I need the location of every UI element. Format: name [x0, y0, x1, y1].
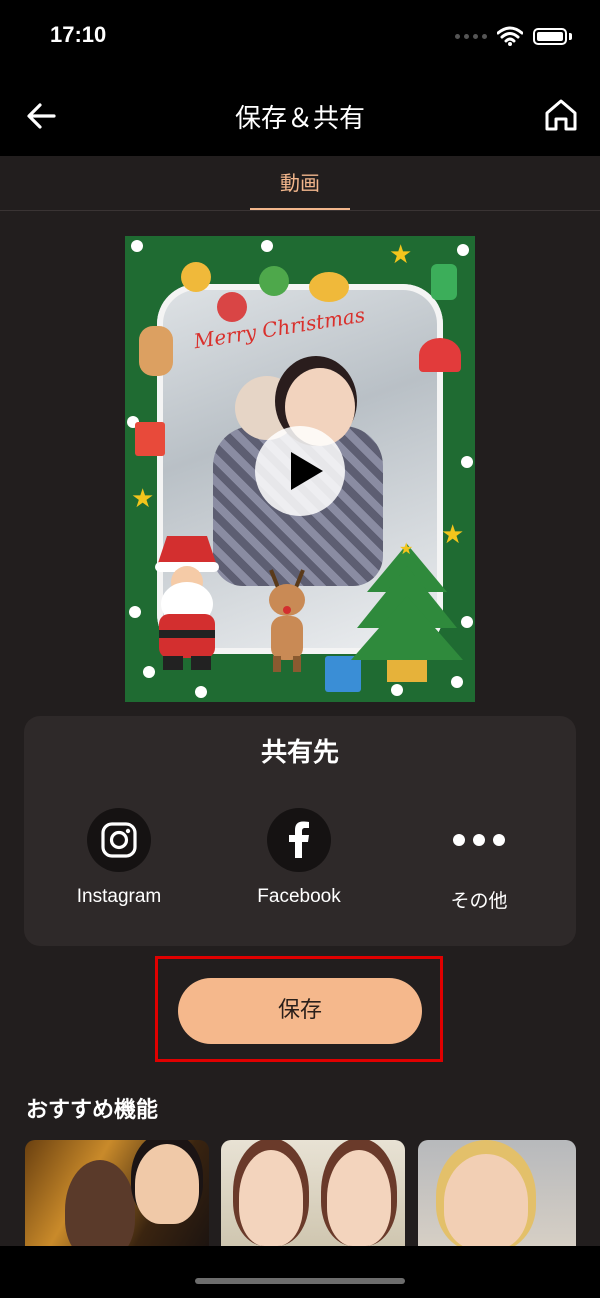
home-indicator[interactable] — [195, 1278, 405, 1284]
share-more-label: その他 — [450, 891, 508, 912]
battery-tip — [569, 32, 572, 40]
person-image — [65, 1160, 135, 1246]
santa-icon — [155, 536, 219, 670]
bottom-bar — [0, 1246, 600, 1298]
ornament-icon — [259, 266, 289, 296]
reindeer-icon — [269, 569, 305, 672]
nav-bar: 保存＆共有 — [0, 80, 600, 156]
ornament-icon — [181, 262, 211, 292]
santa-hat-icon — [419, 338, 461, 372]
share-facebook-button[interactable]: Facebook — [224, 808, 374, 908]
wifi-icon — [497, 26, 523, 46]
main-content: 動画 Merry Christmas ★ ★ ★ ★ 共有先 Instagram… — [0, 156, 600, 1246]
facebook-icon — [267, 808, 331, 872]
save-button[interactable]: 保存 — [178, 978, 422, 1044]
bells-icon — [309, 272, 349, 302]
star-icon: ★ — [131, 484, 155, 514]
share-more-button[interactable]: その他 — [404, 808, 554, 913]
tab-video[interactable]: 動画 — [250, 156, 350, 210]
person-image — [327, 1150, 391, 1246]
ornament-icon — [217, 292, 247, 322]
share-facebook-label: Facebook — [257, 886, 341, 907]
signal-icon — [455, 33, 487, 39]
share-title: 共有先 — [260, 738, 339, 768]
gift-icon — [135, 422, 165, 456]
instagram-icon — [87, 808, 151, 872]
share-card: 共有先 Instagram Facebook その他 — [24, 716, 576, 946]
stocking-icon — [431, 264, 457, 300]
recommended-card[interactable] — [418, 1140, 576, 1246]
share-instagram-button[interactable]: Instagram — [44, 808, 194, 908]
recommended-title: おすすめ機能 — [26, 1098, 159, 1123]
star-icon: ★ — [389, 240, 413, 270]
video-preview[interactable]: Merry Christmas ★ ★ ★ ★ — [125, 236, 475, 702]
page-title: 保存＆共有 — [234, 104, 365, 134]
play-button[interactable] — [255, 426, 345, 516]
christmas-tree-icon: ★ — [351, 539, 463, 682]
svg-text:★: ★ — [399, 539, 413, 558]
gingerbread-icon — [139, 326, 173, 376]
battery-icon — [533, 27, 567, 45]
share-instagram-label: Instagram — [76, 886, 162, 907]
home-icon[interactable] — [540, 94, 582, 136]
status-icons — [455, 26, 572, 46]
tab-bar: 動画 — [0, 156, 600, 211]
more-icon — [447, 808, 511, 872]
person-image — [239, 1150, 303, 1246]
status-time: 17:10 — [50, 22, 107, 47]
play-icon — [291, 452, 323, 490]
recommended-card[interactable] — [25, 1140, 209, 1246]
recommended-card[interactable] — [221, 1140, 405, 1246]
person-image — [135, 1144, 199, 1224]
status-bar: 17:10 — [0, 0, 600, 80]
person-image — [444, 1154, 528, 1246]
